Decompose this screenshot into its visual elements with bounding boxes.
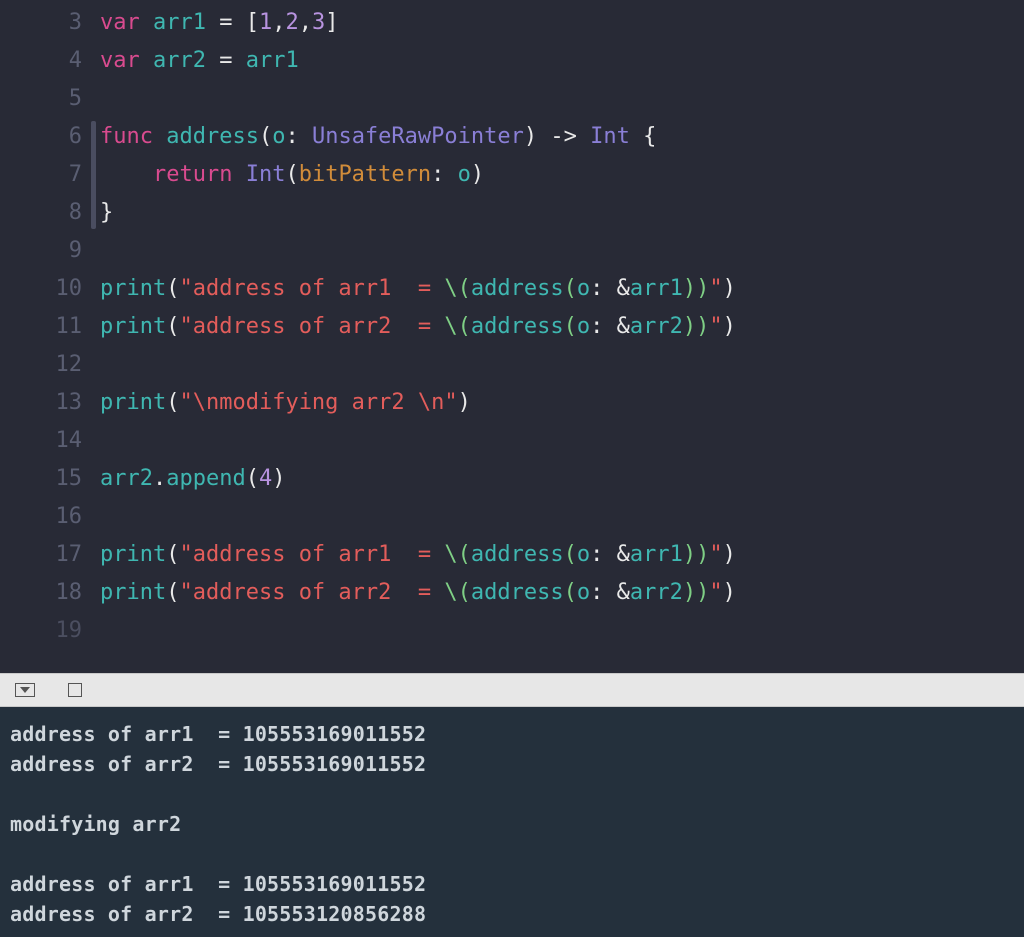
line-number: 15: [0, 460, 82, 498]
line-number: 18: [0, 574, 82, 612]
code-line[interactable]: [100, 346, 1024, 384]
line-number: 6: [0, 118, 82, 156]
code-line[interactable]: [100, 232, 1024, 270]
dropdown-triangle-icon[interactable]: [14, 681, 36, 699]
code-line[interactable]: print("address of arr2 = \(address(o: &a…: [100, 574, 1024, 612]
line-number: 14: [0, 422, 82, 460]
line-number: 5: [0, 80, 82, 118]
console-output[interactable]: address of arr1 = 105553169011552 addres…: [0, 707, 1024, 937]
line-number: 4: [0, 42, 82, 80]
line-number: 8: [0, 194, 82, 232]
code-line[interactable]: [100, 422, 1024, 460]
line-number: 10: [0, 270, 82, 308]
line-number: 9: [0, 232, 82, 270]
code-line[interactable]: [100, 80, 1024, 118]
code-line[interactable]: }: [100, 194, 1024, 232]
code-content[interactable]: var arr1 = [1,2,3]var arr2 = arr1 func ad…: [100, 4, 1024, 673]
code-line[interactable]: print("address of arr2 = \(address(o: &a…: [100, 308, 1024, 346]
line-number: 11: [0, 308, 82, 346]
code-line[interactable]: arr2.append(4): [100, 460, 1024, 498]
line-number: 12: [0, 346, 82, 384]
code-line[interactable]: func address(o: UnsafeRawPointer) -> Int…: [100, 118, 1024, 156]
code-line[interactable]: [100, 498, 1024, 536]
line-number: 16: [0, 498, 82, 536]
line-number: 19: [0, 612, 82, 642]
change-marker: [91, 121, 96, 229]
debug-toolbar: [0, 673, 1024, 707]
code-line[interactable]: return Int(bitPattern: o): [100, 156, 1024, 194]
line-number: 3: [0, 4, 82, 42]
code-line[interactable]: print("\nmodifying arr2 \n"): [100, 384, 1024, 422]
line-number: 17: [0, 536, 82, 574]
code-line[interactable]: print("address of arr1 = \(address(o: &a…: [100, 536, 1024, 574]
line-number: 13: [0, 384, 82, 422]
code-editor[interactable]: 345678910111213141516171819 var arr1 = […: [0, 0, 1024, 673]
stop-square-icon[interactable]: [64, 681, 86, 699]
line-number-gutter: 345678910111213141516171819: [0, 4, 100, 673]
line-number: 7: [0, 156, 82, 194]
code-line[interactable]: print("address of arr1 = \(address(o: &a…: [100, 270, 1024, 308]
code-line[interactable]: var arr2 = arr1: [100, 42, 1024, 80]
code-line[interactable]: var arr1 = [1,2,3]: [100, 4, 1024, 42]
